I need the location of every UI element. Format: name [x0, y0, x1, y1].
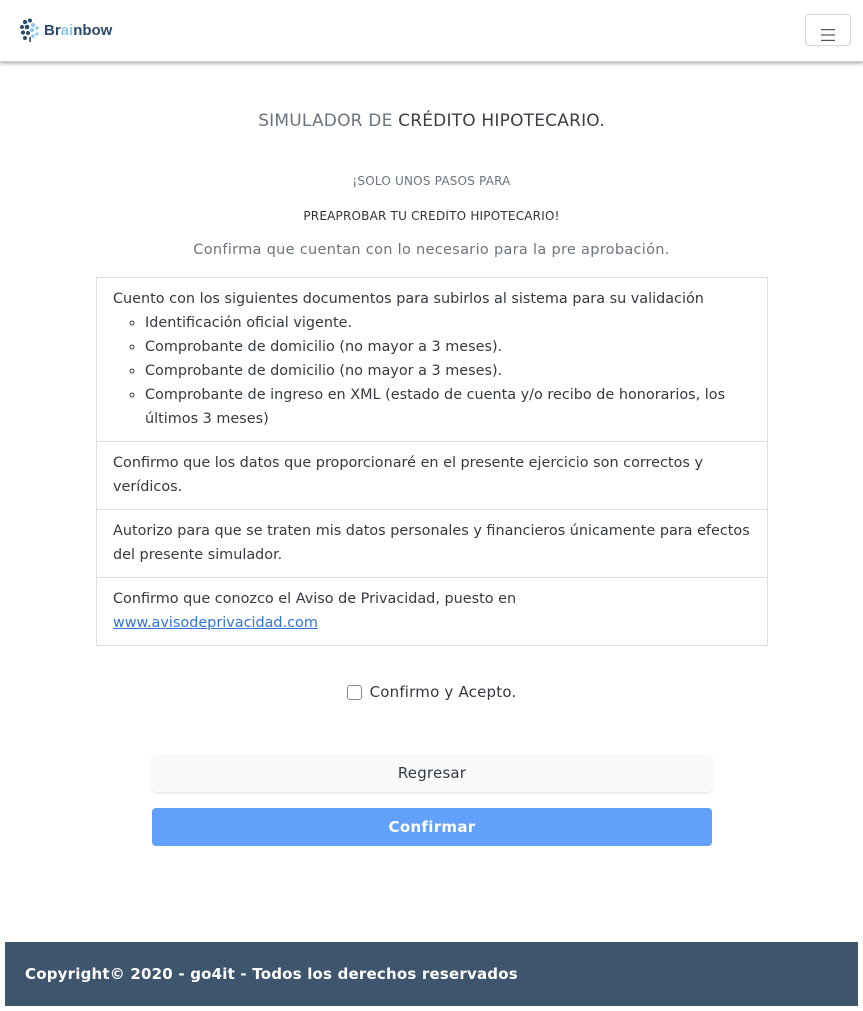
brand-logo[interactable]: Brainbow — [18, 16, 112, 44]
brain-logo-icon — [20, 18, 39, 42]
subtitle-line-1: ¡SOLO UNOS PASOS PARA — [352, 174, 511, 188]
list-item-documents: Cuento con los siguientes documentos par… — [97, 278, 767, 441]
privacy-link[interactable]: www.avisodeprivacidad.com — [113, 615, 318, 631]
confirm-accept-checkbox[interactable] — [346, 684, 362, 700]
document-item: Identificación oficial vigente. — [145, 311, 751, 335]
documents-intro: Cuento con los siguientes documentos par… — [113, 291, 704, 307]
documents-list: Identificación oficial vigente. Comproba… — [113, 311, 751, 431]
requirements-list: Cuento con los siguientes documentos par… — [96, 277, 768, 646]
list-item-data-truth: Confirmo que los datos que proporcionaré… — [97, 441, 767, 509]
brand-name: Brainbow — [44, 21, 113, 39]
confirm-button[interactable]: Confirmar — [152, 808, 712, 846]
list-item-data-authorization: Autorizo para que se traten mis datos pe… — [97, 509, 767, 577]
confirm-accept-label[interactable]: Confirmo y Acepto. — [370, 683, 517, 701]
hamburger-menu-icon — [821, 28, 835, 41]
list-item-privacy: Confirmo que conozco el Aviso de Privaci… — [97, 577, 767, 645]
footer: Copyright© 2020 - go4it - Todos los dere… — [5, 942, 858, 1006]
privacy-text: Confirmo que conozco el Aviso de Privaci… — [113, 591, 517, 607]
subtitle-line-2: PREAPROBAR TU CREDITO HIPOTECARIO! — [303, 209, 560, 223]
menu-toggle-button[interactable] — [805, 14, 851, 46]
document-item: Comprobante de domicilio (no mayor a 3 m… — [145, 359, 751, 383]
page-title: SIMULADOR DE CRÉDITO HIPOTECARIO. — [258, 111, 605, 131]
navbar: Brainbow — [0, 0, 863, 62]
back-button[interactable]: Regresar — [152, 754, 712, 792]
document-item: Comprobante de ingreso en XML (estado de… — [145, 383, 751, 431]
intro-text: Confirma que cuentan con lo necesario pa… — [193, 242, 670, 258]
confirm-accept-row[interactable]: Confirmo y Acepto. — [0, 683, 863, 701]
copyright-text: Copyright© 2020 - go4it - Todos los dere… — [25, 965, 518, 983]
document-item: Comprobante de domicilio (no mayor a 3 m… — [145, 335, 751, 359]
